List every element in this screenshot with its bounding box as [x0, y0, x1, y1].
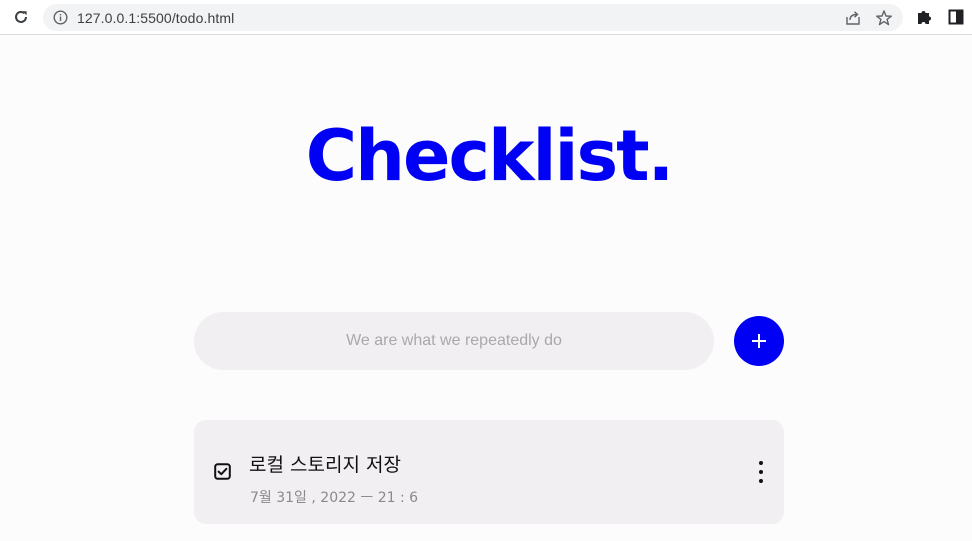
add-todo-button[interactable]: [734, 316, 784, 366]
side-panel-icon[interactable]: [948, 9, 964, 25]
url-text[interactable]: 127.0.0.1:5500/todo.html: [77, 10, 234, 26]
todo-text: 로컬 스토리지 저장: [249, 454, 401, 476]
address-bar[interactable]: 127.0.0.1:5500/todo.html: [43, 4, 903, 31]
share-icon[interactable]: [844, 9, 862, 27]
page-title: Checklist.: [305, 115, 674, 197]
star-icon[interactable]: [875, 9, 893, 27]
info-icon[interactable]: [53, 10, 68, 25]
todo-date: 7월 31일 , 2022 ㅡ 21 : 6: [250, 490, 419, 506]
dot: [759, 479, 763, 483]
puzzle-icon[interactable]: [915, 8, 933, 26]
dot: [759, 470, 763, 474]
dot: [759, 461, 763, 465]
todo-input-container: [194, 312, 714, 370]
plus-icon: [752, 334, 766, 348]
todo-item: 로컬 스토리지 저장 7월 31일 , 2022 ㅡ 21 : 6: [194, 420, 784, 524]
browser-toolbar: 127.0.0.1:5500/todo.html: [0, 0, 972, 35]
checkbox-checked-icon[interactable]: [214, 463, 231, 480]
todo-input[interactable]: [194, 312, 714, 370]
reload-icon[interactable]: [11, 7, 31, 27]
more-vertical-icon[interactable]: [755, 461, 767, 483]
